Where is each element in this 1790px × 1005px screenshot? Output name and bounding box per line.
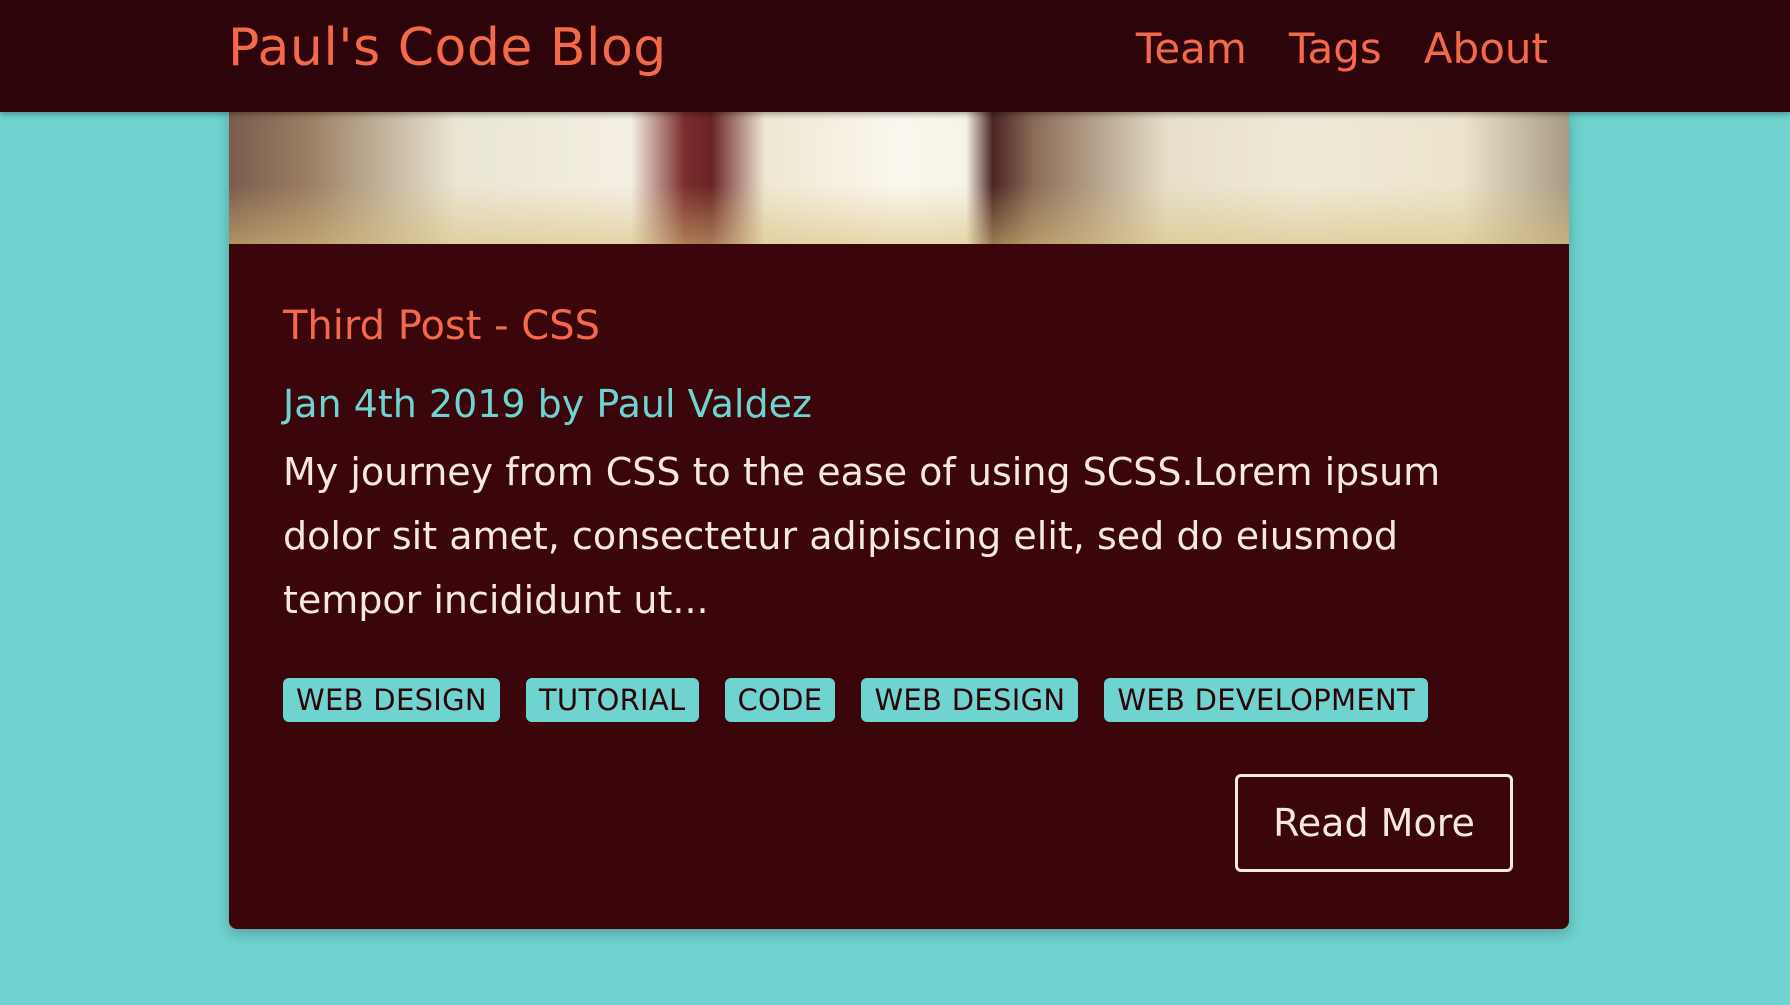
- tag-chip[interactable]: WEB DESIGN: [861, 678, 1079, 722]
- post-meta: Jan 4th 2019 by Paul Valdez: [283, 382, 812, 426]
- tag-chip[interactable]: WEB DESIGN: [283, 678, 500, 722]
- post-title[interactable]: Third Post - CSS: [283, 244, 1513, 350]
- main-nav: Team Tags About: [1136, 22, 1548, 76]
- nav-link-team[interactable]: Team: [1136, 22, 1247, 76]
- nav-link-about[interactable]: About: [1424, 22, 1548, 76]
- tag-chip[interactable]: CODE: [724, 678, 836, 722]
- post-excerpt: My journey from CSS to the ease of using…: [283, 450, 1441, 622]
- post-content: Third Post - CSS Jan 4th 2019 by Paul Va…: [283, 244, 1513, 722]
- post-card: Third Post - CSS Jan 4th 2019 by Paul Va…: [229, 112, 1569, 929]
- tag-chip[interactable]: TUTORIAL: [525, 678, 699, 722]
- top-navbar: Paul's Code Blog Team Tags About: [0, 0, 1790, 112]
- tag-chip[interactable]: WEB DEVELOPMENT: [1104, 678, 1428, 722]
- read-more-button[interactable]: Read More: [1235, 774, 1513, 872]
- post-hero-image: [229, 112, 1569, 244]
- site-brand-link[interactable]: Paul's Code Blog: [228, 16, 667, 80]
- tag-list: WEB DESIGN TUTORIAL CODE WEB DESIGN WEB …: [283, 678, 1513, 722]
- nav-link-tags[interactable]: Tags: [1289, 22, 1382, 76]
